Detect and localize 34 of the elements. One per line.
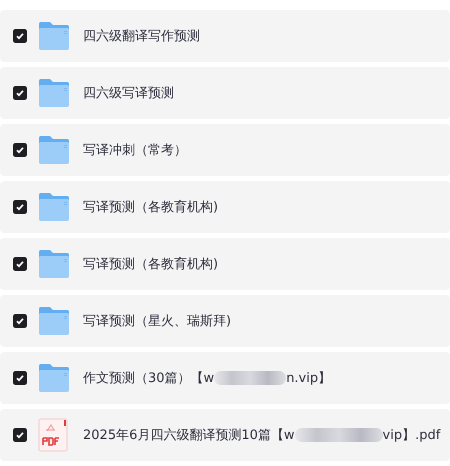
checkbox[interactable] <box>13 371 27 385</box>
file-row[interactable]: 写译预测（各教育机构) <box>0 238 450 290</box>
folder-icon <box>38 363 70 393</box>
checkbox[interactable] <box>13 314 27 328</box>
checkbox[interactable] <box>13 200 27 214</box>
file-row[interactable]: 写译冲刺（常考） <box>0 124 450 176</box>
file-name: 作文预测（30篇）【w <box>83 370 214 387</box>
file-row[interactable]: 四六级翻译写作预测 <box>0 10 450 62</box>
folder-icon <box>38 192 70 222</box>
file-name: 写译预测（星火、瑞斯拜) <box>83 313 232 330</box>
file-row[interactable]: 写译预测（星火、瑞斯拜) <box>0 295 450 347</box>
file-name: 写译预测（各教育机构) <box>83 198 218 216</box>
file-row[interactable]: 作文预测（30篇）【w n.vip】 <box>0 352 450 404</box>
folder-icon <box>38 21 70 51</box>
checkbox[interactable] <box>13 86 27 100</box>
file-name: 2025年6月四六级翻译预测10篇【w <box>83 427 295 444</box>
file-row[interactable]: 写译预测（各教育机构) <box>0 181 450 233</box>
folder-icon <box>38 249 70 279</box>
checkbox[interactable] <box>13 29 27 43</box>
file-name: 写译预测（各教育机构) <box>83 256 218 273</box>
checkbox[interactable] <box>13 257 27 271</box>
file-name: vip】.pdf <box>382 427 440 444</box>
file-row[interactable]: 四六级写译预测 <box>0 67 450 119</box>
folder-icon <box>38 306 70 336</box>
file-row[interactable]: 2025年6月四六级翻译预测10篇【w vip】.pdf <box>0 409 450 461</box>
checkbox[interactable] <box>13 428 27 442</box>
checkbox[interactable] <box>13 143 27 157</box>
file-name: 四六级翻译写作预测 <box>83 28 200 45</box>
pdf-file-icon <box>38 418 70 452</box>
file-name: 写译冲刺（常考） <box>83 142 187 159</box>
file-name: n.vip】 <box>286 370 332 387</box>
file-name: 四六级写译预测 <box>83 85 174 102</box>
folder-icon <box>38 135 70 165</box>
folder-icon <box>38 78 70 108</box>
